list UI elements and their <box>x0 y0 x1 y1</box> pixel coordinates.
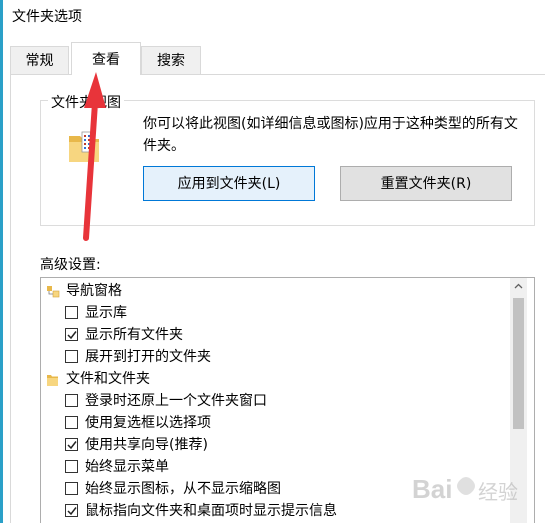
list-item-label: 始终显示图标，从不显示缩略图 <box>85 481 281 497</box>
checkbox-use-check-boxes[interactable] <box>65 416 78 429</box>
scroll-up-button[interactable] <box>510 278 527 295</box>
list-item-expand-to-open-folder[interactable]: 展开到打开的文件夹 <box>41 346 511 368</box>
list-item-label: 显示库 <box>85 305 127 321</box>
scroll-thumb[interactable] <box>513 298 524 429</box>
folder-view-icon <box>67 130 101 164</box>
list-item-use-sharing-wizard[interactable]: 使用共享向导(推荐) <box>41 434 511 456</box>
apply-to-folders-button[interactable]: 应用到文件夹(L) <box>143 166 315 201</box>
list-item-label: 始终显示菜单 <box>85 459 169 475</box>
checkbox-show-all-folders[interactable] <box>65 328 78 341</box>
checkbox-show-pop-up-description[interactable] <box>65 504 78 517</box>
checkmark-icon <box>67 441 77 450</box>
list-item-label: 使用复选框以选择项 <box>85 415 211 431</box>
category-files-and-folders: 文件和文件夹 <box>41 368 511 390</box>
list-item-restore-previous-windows[interactable]: 登录时还原上一个文件夹窗口 <box>41 390 511 412</box>
list-item-label: 显示所有文件夹 <box>85 327 183 343</box>
list-item-use-check-boxes[interactable]: 使用复选框以选择项 <box>41 412 511 434</box>
checkmark-icon <box>67 507 77 516</box>
checkmark-icon <box>67 331 77 340</box>
list-item-label: 使用共享向导(推荐) <box>85 437 208 453</box>
checkbox-expand-to-open-folder[interactable] <box>65 350 78 363</box>
checkbox-always-show-menus[interactable] <box>65 460 78 473</box>
checkbox-use-sharing-wizard[interactable] <box>65 438 78 451</box>
tab-search[interactable]: 搜索 <box>141 46 201 74</box>
advanced-settings-label: 高级设置: <box>40 257 101 273</box>
folder-views-description: 你可以将此视图(如详细信息或图标)应用于这种类型的所有文件夹。 <box>143 116 518 154</box>
chevron-up-icon <box>514 283 523 289</box>
folder-views-legend: 文件夹视图 <box>48 92 124 112</box>
window-left-accent <box>0 0 3 523</box>
window-title: 文件夹选项 <box>12 9 82 25</box>
category-label: 文件和文件夹 <box>66 371 150 387</box>
svg-text:经验: 经验 <box>478 481 518 504</box>
checkbox-show-libraries[interactable] <box>65 306 78 319</box>
svg-text:Bai: Bai <box>412 474 452 504</box>
list-item-label: 展开到打开的文件夹 <box>85 349 211 365</box>
baidu-watermark-logo: Bai 经验 <box>412 474 518 504</box>
list-item-show-all-folders[interactable]: 显示所有文件夹 <box>41 324 511 346</box>
tab-strip: 常规 查看 搜索 <box>10 42 545 75</box>
watermark: Bai 经验 <box>410 468 540 516</box>
category-navigation-pane: 导航窗格 <box>41 280 511 302</box>
checkbox-always-show-icons[interactable] <box>65 482 78 495</box>
folder-options-window: 文件夹选项 常规 查看 搜索 文件夹视图 你可以将此视图(如详细信息或图标)应用… <box>0 0 545 523</box>
tab-general[interactable]: 常规 <box>10 46 69 74</box>
checkbox-restore-previous-windows[interactable] <box>65 394 78 407</box>
category-label: 导航窗格 <box>66 283 122 299</box>
tab-view[interactable]: 查看 <box>71 42 141 75</box>
list-item-show-libraries[interactable]: 显示库 <box>41 302 511 324</box>
reset-folders-button[interactable]: 重置文件夹(R) <box>340 166 512 201</box>
list-item-label: 登录时还原上一个文件夹窗口 <box>85 393 267 409</box>
list-item-label: 鼠标指向文件夹和桌面项时显示提示信息 <box>85 503 337 519</box>
